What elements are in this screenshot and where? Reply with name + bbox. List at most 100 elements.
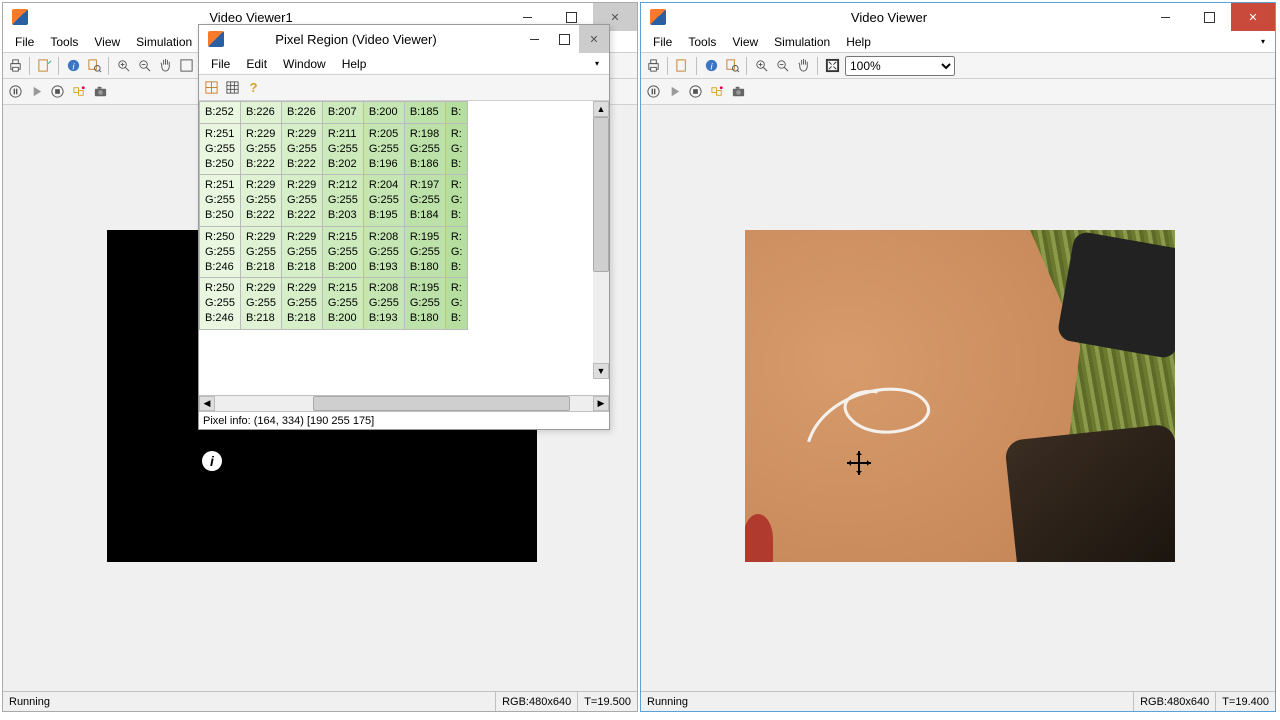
pause-button[interactable] (643, 82, 663, 102)
newfig-icon[interactable] (672, 56, 692, 76)
menu-tools[interactable]: Tools (42, 33, 86, 51)
pixel-cell[interactable]: R:229 G:255 B:222 (240, 175, 281, 227)
pixel-cell[interactable]: R:212 G:255 B:203 (322, 175, 363, 227)
newfig-icon[interactable] (34, 56, 54, 76)
vertical-scrollbar[interactable]: ▲ ▼ (593, 101, 609, 379)
snapshot-icon[interactable] (90, 82, 110, 102)
maximize-button[interactable] (549, 25, 579, 53)
video-canvas-right[interactable] (641, 105, 1275, 691)
scroll-left-button[interactable]: ◀ (199, 396, 215, 411)
toolbar-right: i 100% (641, 53, 1275, 79)
zoomin-icon[interactable] (113, 56, 133, 76)
close-button[interactable] (1231, 3, 1275, 31)
pixel-cell[interactable]: R:215 G:255 B:200 (322, 278, 363, 330)
scroll-thumb[interactable] (313, 396, 570, 411)
scroll-down-button[interactable]: ▼ (593, 363, 609, 379)
scroll-thumb[interactable] (593, 117, 609, 272)
print-icon[interactable] (5, 56, 25, 76)
pixel-cell[interactable]: R:205 G:255 B:196 (363, 123, 404, 175)
pixel-cell[interactable]: R:250 G:255 B:246 (200, 226, 241, 278)
pixel-cell[interactable]: R: G: B: (445, 175, 468, 227)
pan-icon[interactable] (155, 56, 175, 76)
pause-button[interactable] (5, 82, 25, 102)
pixel-cell[interactable]: R:229 G:255 B:222 (281, 175, 322, 227)
stop-button[interactable] (685, 82, 705, 102)
pixel-cell[interactable]: R:197 G:255 B:184 (404, 175, 445, 227)
play-button[interactable] (26, 82, 46, 102)
pixel-cell[interactable]: R:251 G:255 B:250 (200, 175, 241, 227)
menu-help[interactable]: Help (334, 55, 375, 73)
pixel-cell[interactable]: B:200 (363, 102, 404, 124)
fit-icon[interactable] (822, 56, 842, 76)
close-button[interactable] (579, 25, 609, 53)
pixel-cell[interactable]: R:251 G:255 B:250 (200, 123, 241, 175)
pixel-cell[interactable]: R: G: B: (445, 278, 468, 330)
step-icon[interactable] (69, 82, 89, 102)
pixgrid-b-icon[interactable] (222, 78, 242, 98)
pixel-cell[interactable]: R:211 G:255 B:202 (322, 123, 363, 175)
help-icon[interactable]: ? (243, 78, 263, 98)
pixel-cell[interactable]: R:229 G:255 B:222 (281, 123, 322, 175)
pan-icon[interactable] (793, 56, 813, 76)
menu-window[interactable]: Window (275, 55, 334, 73)
pixel-cell[interactable]: R:208 G:255 B:193 (363, 278, 404, 330)
info-icon[interactable]: i (701, 56, 721, 76)
pixel-cell[interactable]: R: G: B: (445, 123, 468, 175)
maximize-button[interactable] (1187, 3, 1231, 31)
inspect-icon[interactable] (84, 56, 104, 76)
pixel-cell[interactable]: B: (445, 102, 468, 124)
minimize-button[interactable] (519, 25, 549, 53)
snapshot-icon[interactable] (728, 82, 748, 102)
pixel-cell[interactable]: B:226 (281, 102, 322, 124)
zoomout-icon[interactable] (772, 56, 792, 76)
pixel-cell[interactable]: R:198 G:255 B:186 (404, 123, 445, 175)
pixel-cell[interactable]: R:229 G:255 B:218 (240, 278, 281, 330)
pixel-cell[interactable]: B:226 (240, 102, 281, 124)
pixel-cell[interactable]: R:229 G:255 B:222 (240, 123, 281, 175)
pixel-cell[interactable]: R:229 G:255 B:218 (281, 278, 322, 330)
menu-simulation[interactable]: Simulation (766, 33, 838, 51)
zoom-select[interactable]: 100% (845, 56, 955, 76)
step-icon[interactable] (707, 82, 727, 102)
pixel-cell[interactable]: B:207 (322, 102, 363, 124)
play-button[interactable] (664, 82, 684, 102)
pixel-cell[interactable]: R:195 G:255 B:180 (404, 226, 445, 278)
crosshair-cursor-icon (847, 451, 871, 475)
pixel-cell[interactable]: R:229 G:255 B:218 (240, 226, 281, 278)
pixel-grid[interactable]: B:252B:226B:226B:207B:200B:185B:R:251 G:… (199, 101, 609, 395)
pixel-cell[interactable]: R:195 G:255 B:180 (404, 278, 445, 330)
pixel-cell[interactable]: R:208 G:255 B:193 (363, 226, 404, 278)
menu-file[interactable]: File (7, 33, 42, 51)
pixel-cell[interactable]: R:215 G:255 B:200 (322, 226, 363, 278)
info-icon[interactable]: i (63, 56, 83, 76)
titlebar-right[interactable]: Video Viewer (641, 3, 1275, 31)
pixel-cell[interactable]: R:204 G:255 B:195 (363, 175, 404, 227)
pixel-cell[interactable]: R:229 G:255 B:218 (281, 226, 322, 278)
horizontal-scrollbar[interactable]: ◀ ▶ (199, 395, 609, 411)
menu-file[interactable]: File (645, 33, 680, 51)
zoomin-icon[interactable] (751, 56, 771, 76)
zoomout-icon[interactable] (134, 56, 154, 76)
scroll-right-button[interactable]: ▶ (593, 396, 609, 411)
fit-icon[interactable] (176, 56, 196, 76)
menu-overflow-icon[interactable]: ▾ (1253, 35, 1271, 48)
menu-help[interactable]: Help (838, 33, 879, 51)
inspect-icon[interactable] (722, 56, 742, 76)
print-icon[interactable] (643, 56, 663, 76)
pixel-cell[interactable]: B:185 (404, 102, 445, 124)
stop-button[interactable] (47, 82, 67, 102)
menu-view[interactable]: View (724, 33, 766, 51)
scroll-up-button[interactable]: ▲ (593, 101, 609, 117)
menu-overflow-icon[interactable]: ▾ (587, 57, 605, 70)
menu-file[interactable]: File (203, 55, 238, 73)
pixel-cell[interactable]: R: G: B: (445, 226, 468, 278)
menu-simulation[interactable]: Simulation (128, 33, 200, 51)
minimize-button[interactable] (1143, 3, 1187, 31)
titlebar-pixelregion[interactable]: Pixel Region (Video Viewer) (199, 25, 609, 53)
menu-view[interactable]: View (86, 33, 128, 51)
pixgrid-a-icon[interactable] (201, 78, 221, 98)
pixel-cell[interactable]: B:252 (200, 102, 241, 124)
menu-edit[interactable]: Edit (238, 55, 275, 73)
pixel-cell[interactable]: R:250 G:255 B:246 (200, 278, 241, 330)
menu-tools[interactable]: Tools (680, 33, 724, 51)
